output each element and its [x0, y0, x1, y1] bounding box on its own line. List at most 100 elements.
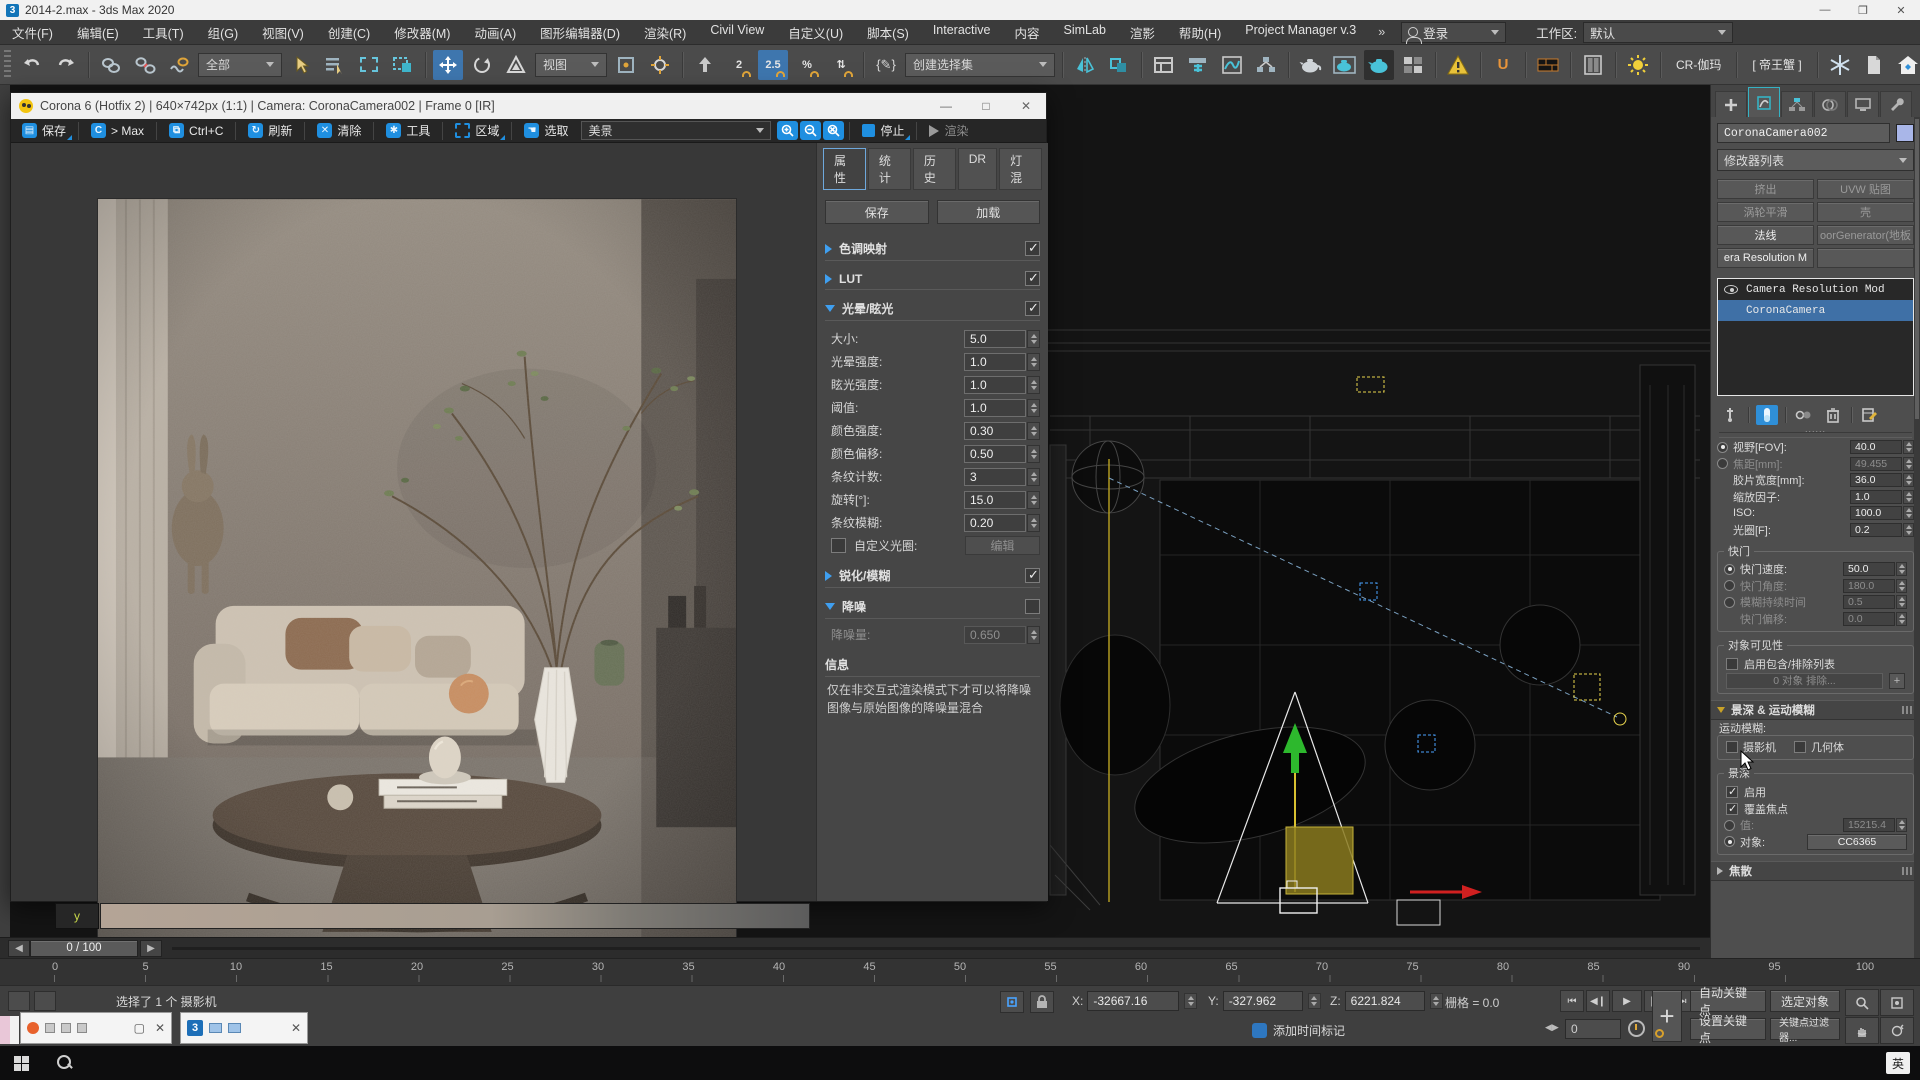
command-panel-scrollbar[interactable]	[1914, 117, 1920, 958]
snap-spinner-icon[interactable]: ⇅	[826, 50, 856, 80]
param-value-field[interactable]: 1.0	[1850, 490, 1902, 504]
shutter-row[interactable]: 快门偏移: 0.0	[1718, 611, 1913, 628]
dof-enable-checkbox[interactable]	[1726, 786, 1738, 798]
spinner-icon[interactable]	[1903, 440, 1914, 454]
remove-modifier-icon[interactable]	[1822, 405, 1844, 425]
toolbar-drag-handle[interactable]	[4, 50, 11, 80]
bind-spacewarp-icon[interactable]	[164, 50, 194, 80]
param-value-field[interactable]: 49.455	[1850, 457, 1902, 471]
named-selection-set-combo[interactable]: 创建选择集	[905, 53, 1055, 77]
snap-percent-icon[interactable]: %	[792, 50, 822, 80]
param-value-field[interactable]: 0.30	[964, 422, 1026, 440]
uv-tool-icon[interactable]: U	[1488, 50, 1518, 80]
schematic-view-icon[interactable]	[1251, 50, 1281, 80]
param-row[interactable]: 颜色强度: 0.30	[817, 419, 1048, 442]
menu-item[interactable]: SimLab	[1052, 23, 1118, 42]
maximize-icon[interactable]: ❐	[1844, 0, 1882, 20]
zoom-in-icon[interactable]	[777, 121, 798, 140]
menu-item[interactable]: 工具(T)	[131, 23, 196, 42]
menu-item[interactable]: 创建(C)	[316, 23, 382, 42]
vfb-tools-button[interactable]: ✱工具	[379, 120, 437, 141]
vfb-region-button[interactable]: 区域	[448, 120, 506, 141]
denoise-amount-field[interactable]: 0.650	[964, 626, 1026, 644]
param-row[interactable]: 大小: 5.0	[817, 327, 1048, 350]
menu-item[interactable]: 修改器(M)	[382, 23, 462, 42]
caustics-rollout[interactable]: 焦散	[1711, 861, 1920, 881]
dof-motionblur-rollout[interactable]: 景深 & 运动模糊	[1711, 700, 1920, 720]
select-by-name-icon[interactable]	[320, 50, 350, 80]
pan-hand-icon[interactable]	[1845, 1017, 1879, 1044]
param-row[interactable]: 光晕强度: 1.0	[817, 350, 1048, 373]
render-production-icon[interactable]	[1364, 50, 1394, 80]
sharpen-blur-section[interactable]: 锐化/模糊	[825, 567, 1040, 588]
auto-key-button[interactable]: 自动关键点	[1690, 990, 1766, 1012]
param-value-field[interactable]: 1.0	[964, 399, 1026, 417]
param-row[interactable]: 缩放因子: 1.0	[1711, 489, 1920, 506]
pivot-center-icon[interactable]	[611, 50, 641, 80]
spinner-icon[interactable]	[1896, 595, 1907, 609]
orbit-icon[interactable]	[1880, 1017, 1914, 1044]
page-tool-icon[interactable]	[1859, 50, 1889, 80]
tone-mapping-checkbox[interactable]	[1025, 241, 1040, 256]
bloom-glare-checkbox[interactable]	[1025, 301, 1040, 316]
menu-item[interactable]: 内容	[1003, 23, 1052, 42]
gamma-button[interactable]: CR-伽玛	[1668, 52, 1729, 78]
radio-button[interactable]	[1724, 564, 1735, 575]
time-slider-track[interactable]	[172, 947, 1700, 950]
modifier-button[interactable]: oorGenerator(地板	[1817, 225, 1914, 245]
spinner-icon[interactable]	[1027, 353, 1040, 371]
crab-script-button[interactable]: [ 帝王蟹 ]	[1744, 52, 1809, 78]
spinner-icon[interactable]	[1027, 376, 1040, 394]
spinner-icon[interactable]	[1027, 514, 1040, 532]
tone-mapping-section[interactable]: 色调映射	[825, 240, 1040, 261]
maxscript-mini-listener[interactable]	[0, 1016, 10, 1044]
param-value-field[interactable]: 0.2	[1850, 523, 1902, 537]
shutter-row[interactable]: 快门速度: 50.0	[1718, 561, 1913, 578]
menu-item[interactable]: Civil View	[698, 23, 776, 42]
dof-value-radio[interactable]	[1724, 820, 1735, 831]
ref-coord-dropdown[interactable]: 视图	[535, 53, 607, 77]
param-row[interactable]: 眩光强度: 1.0	[817, 373, 1048, 396]
shutter-value-field[interactable]: 0.5	[1843, 595, 1895, 609]
spinner-icon[interactable]	[1903, 506, 1914, 520]
param-row[interactable]: 条纹模糊: 0.20	[817, 511, 1048, 534]
undo-icon[interactable]	[17, 50, 47, 80]
key-filters-button[interactable]: 关键点过滤器...	[1770, 1018, 1840, 1040]
spinner-icon[interactable]	[1896, 562, 1907, 576]
snowflake-tool-icon[interactable]	[1825, 50, 1855, 80]
spinner-icon[interactable]	[1430, 993, 1443, 1009]
prev-frame-arrow[interactable]: ◀	[8, 940, 30, 957]
time-slider-handle[interactable]: 0 / 100	[30, 940, 138, 957]
set-key-button[interactable]: +	[1652, 990, 1682, 1042]
tab-display[interactable]	[1847, 91, 1879, 117]
floating-tool-window[interactable]: ▢ ✕	[20, 1012, 172, 1044]
shutter-value-field[interactable]: 50.0	[1843, 562, 1895, 576]
set-key-mode-button[interactable]: 设置关键点	[1690, 1018, 1766, 1040]
warning-icon[interactable]	[1443, 50, 1473, 80]
sharpen-blur-checkbox[interactable]	[1025, 568, 1040, 583]
tab-hierarchy[interactable]	[1781, 91, 1813, 117]
selected-object-dropdown[interactable]: 选定对象	[1770, 990, 1840, 1012]
spinner-icon[interactable]	[1027, 399, 1040, 417]
lut-checkbox[interactable]	[1025, 271, 1040, 286]
zoom-extents-icon[interactable]	[1880, 989, 1914, 1016]
home-tool-icon[interactable]	[1893, 50, 1920, 80]
zoom-icon[interactable]	[1845, 989, 1879, 1016]
radio-button[interactable]	[1717, 458, 1728, 469]
redo-icon[interactable]	[51, 50, 81, 80]
layer-manager-icon[interactable]	[1149, 50, 1179, 80]
param-value-field[interactable]: 100.0	[1850, 506, 1902, 520]
radio-button[interactable]	[1724, 580, 1735, 591]
track-bar-strip[interactable]	[100, 903, 810, 929]
spinner-icon[interactable]	[1903, 473, 1914, 487]
menu-item[interactable]: 渲染(R)	[632, 23, 698, 42]
vfb-pick-button[interactable]: ☚选取	[517, 120, 575, 141]
track-bar[interactable]: 0510152025303540455055606570758085909510…	[0, 958, 1920, 985]
workspace-dropdown[interactable]: 默认	[1583, 22, 1733, 43]
mb-geometry-checkbox[interactable]	[1794, 741, 1806, 753]
radio-button[interactable]	[1724, 597, 1735, 608]
menu-item[interactable]: Interactive	[921, 23, 1003, 42]
tab-modify[interactable]	[1748, 87, 1780, 117]
modifier-button[interactable]: era Resolution M	[1717, 248, 1814, 268]
menu-item[interactable]: 组(G)	[196, 23, 251, 42]
